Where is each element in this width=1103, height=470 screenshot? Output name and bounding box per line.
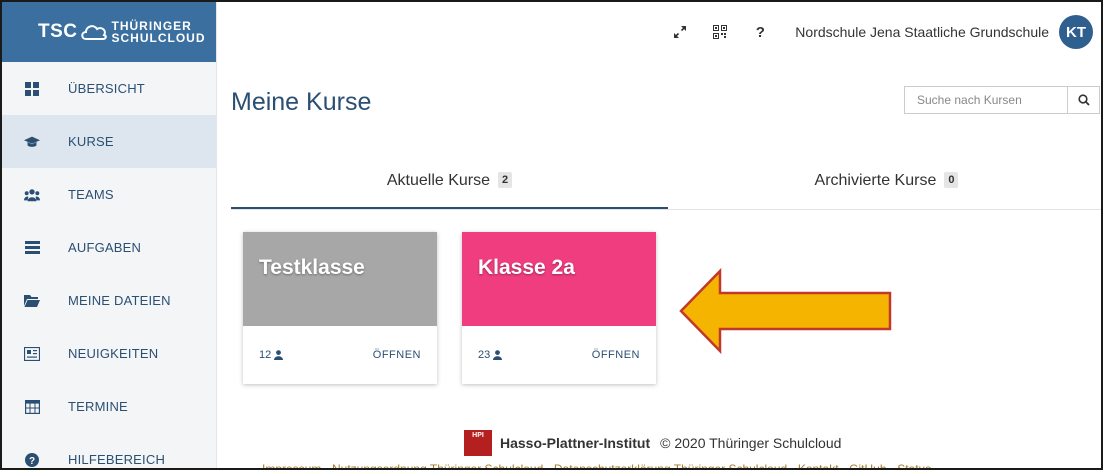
sidebar-item-label: TEAMS <box>68 187 114 202</box>
footer: HPI Hasso-Plattner-Institut © 2020 Thüri… <box>464 430 841 456</box>
open-course-button[interactable]: ÖFFNEN <box>373 349 421 361</box>
course-card-header: Klasse 2a <box>462 232 656 326</box>
sidebar-item-label: HILFEBEREICH <box>68 452 166 467</box>
tab-archivierte-kurse[interactable]: Archivierte Kurse 0 <box>668 160 1101 209</box>
open-course-button[interactable]: ÖFFNEN <box>592 349 640 361</box>
sidebar-item-neuigkeiten[interactable]: NEUIGKEITEN <box>2 327 216 380</box>
calendar-icon <box>24 399 40 415</box>
sidebar-item-teams[interactable]: TEAMS <box>2 168 216 221</box>
copyright: © 2020 Thüringer Schulcloud <box>660 435 842 451</box>
sidebar-item-label: MEINE DATEIEN <box>68 293 171 308</box>
tab-label: Archivierte Kurse <box>814 172 937 189</box>
sidebar-item-label: KURSE <box>68 134 114 149</box>
hpi-logo: HPI <box>464 430 492 456</box>
sidebar-item-label: NEUIGKEITEN <box>68 346 159 361</box>
course-card-testklasse[interactable]: Testklasse 12 ÖFFNEN <box>243 232 437 384</box>
footer-links[interactable]: Impressum · Nutzungsordnung Thüringer Sc… <box>262 462 931 468</box>
cloud-logo-icon <box>80 25 107 40</box>
logo[interactable]: TSC THÜRINGER SCHULCLOUD <box>2 2 216 62</box>
tab-count: 2 <box>498 172 513 188</box>
avatar[interactable]: KT <box>1059 15 1093 49</box>
sidebar-item-label: ÜBERSICHT <box>68 81 145 96</box>
qr-code-icon[interactable] <box>709 21 731 43</box>
help-icon: ? <box>24 452 40 468</box>
logo-short: TSC <box>38 21 78 42</box>
search-box <box>904 86 1100 114</box>
logo-line-2: SCHULCLOUD <box>111 31 206 45</box>
user-icon <box>274 350 284 360</box>
sidebar-item-termine[interactable]: TERMINE <box>2 380 216 433</box>
sidebar-item-meine-dateien[interactable]: MEINE DATEIEN <box>2 274 216 327</box>
sidebar-item-kurse[interactable]: KURSE <box>2 115 216 168</box>
sidebar-item-label: TERMINE <box>68 399 128 414</box>
school-name: Nordschule Jena Staatliche Grundschule <box>795 24 1049 40</box>
institute-name: Hasso-Plattner-Institut <box>500 435 651 451</box>
users-icon <box>24 187 40 203</box>
sidebar-item-label: AUFGABEN <box>68 240 142 255</box>
svg-text:?: ? <box>29 456 35 467</box>
tab-count: 0 <box>944 172 959 188</box>
newspaper-icon <box>24 346 40 362</box>
course-card-footer: 12 ÖFFNEN <box>243 326 437 384</box>
top-bar: ? Nordschule Jena Staatliche Grundschule… <box>217 2 1101 62</box>
tab-label: Aktuelle Kurse <box>386 172 491 189</box>
app-window: TSC THÜRINGER SCHULCLOUD ÜBERSICHT KURSE <box>0 0 1103 470</box>
search-button[interactable] <box>1067 87 1099 113</box>
logo-text: THÜRINGER SCHULCLOUD <box>112 20 206 44</box>
help-button[interactable]: ? <box>749 21 771 43</box>
folder-icon <box>24 293 40 309</box>
member-count-value: 12 <box>259 349 272 361</box>
tab-aktuelle-kurse[interactable]: Aktuelle Kurse 2 <box>231 160 668 209</box>
member-count-value: 23 <box>478 349 491 361</box>
tasks-icon <box>24 240 40 256</box>
sidebar-item-aufgaben[interactable]: AUFGABEN <box>2 221 216 274</box>
highlight-arrow-icon <box>679 268 892 354</box>
page-title: Meine Kurse <box>231 88 372 116</box>
search-input[interactable] <box>905 87 1067 113</box>
sidebar-item-hilfebereich[interactable]: ? HILFEBEREICH <box>2 433 216 468</box>
course-tabs: Aktuelle Kurse 2 Archivierte Kurse 0 <box>231 160 1101 210</box>
search-icon <box>1077 94 1090 106</box>
graduation-cap-icon <box>24 134 40 150</box>
fullscreen-icon[interactable] <box>669 21 691 43</box>
dashboard-icon <box>24 81 40 97</box>
sidebar: TSC THÜRINGER SCHULCLOUD ÜBERSICHT KURSE <box>2 2 217 468</box>
user-icon <box>493 350 503 360</box>
course-card-klasse-2a[interactable]: Klasse 2a 23 ÖFFNEN <box>462 232 656 384</box>
course-card-header: Testklasse <box>243 232 437 326</box>
member-count: 23 <box>478 349 503 361</box>
sidebar-item-uebersicht[interactable]: ÜBERSICHT <box>2 62 216 115</box>
member-count: 12 <box>259 349 284 361</box>
course-card-footer: 23 ÖFFNEN <box>462 326 656 384</box>
